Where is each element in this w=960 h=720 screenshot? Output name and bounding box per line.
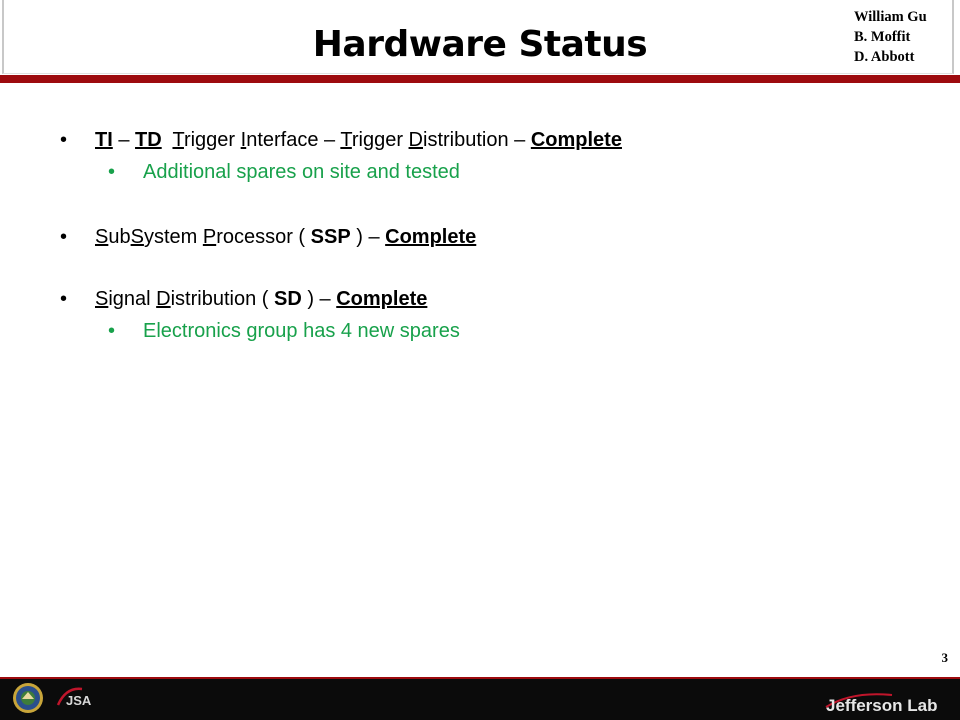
text: – xyxy=(112,129,136,151)
doe-seal-logo-icon xyxy=(13,683,43,713)
letter-d: D xyxy=(408,129,423,151)
bullet-dot: • xyxy=(108,161,116,183)
bullet-dot: • xyxy=(60,288,68,310)
bullet-ti-td: • TI – TD Trigger Interface – Trigger Dis… xyxy=(60,129,622,152)
letter-d: D xyxy=(156,288,171,310)
bullet-dot: • xyxy=(108,320,116,342)
letter-t: T xyxy=(340,129,352,151)
bullet-sd: • Signal Distribution ( SD ) – Complete xyxy=(60,288,428,311)
bullet-ssp: • SubSystem Processor ( SSP ) – Complete xyxy=(60,226,477,249)
text xyxy=(162,129,173,151)
abbr-td: TD xyxy=(135,129,162,151)
abbr-ssp: SSP xyxy=(310,226,351,248)
text: ub xyxy=(108,226,131,248)
subbullet-spares: • Additional spares on site and tested xyxy=(108,161,460,184)
authors: William Gu B. Moffit D. Abbott xyxy=(854,7,927,67)
text: nterface – xyxy=(246,129,341,151)
text: rigger xyxy=(183,129,241,151)
text: rocessor ( xyxy=(216,226,311,248)
bullet-dot: • xyxy=(60,129,68,151)
letter-s: S xyxy=(130,226,144,248)
text: ystem xyxy=(143,226,203,248)
text: istribution – xyxy=(423,129,531,151)
author-name: William Gu xyxy=(854,9,927,25)
text: ) – xyxy=(301,288,337,310)
footer-red-line xyxy=(0,677,960,679)
footer-bar: JSA Jefferson Lab xyxy=(0,677,960,720)
text: ) – xyxy=(350,226,386,248)
letter-s: S xyxy=(95,288,109,310)
status-complete: Complete xyxy=(530,129,622,151)
subbullet-text: Electronics group has 4 new spares xyxy=(143,320,460,342)
subbullet-electronics: • Electronics group has 4 new spares xyxy=(108,320,460,343)
subbullet-text: Additional spares on site and tested xyxy=(143,161,460,183)
status-complete: Complete xyxy=(336,288,428,310)
text: istribution ( xyxy=(170,288,274,310)
letter-s: S xyxy=(95,226,109,248)
text: rigger xyxy=(351,129,409,151)
jefferson-lab-text: Jefferson Lab xyxy=(826,696,937,715)
page-number: 3 xyxy=(941,650,949,665)
slide-title: Hardware Status xyxy=(312,24,648,65)
letter-t: T xyxy=(172,129,184,151)
letter-p: P xyxy=(202,226,217,248)
slide-header: Hardware Status William Gu B. Moffit D. … xyxy=(0,0,960,84)
jsa-logo-text: JSA xyxy=(66,693,92,708)
jsa-logo-icon: JSA xyxy=(56,687,92,708)
bullet-dot: • xyxy=(60,226,68,248)
abbr-ti: TI xyxy=(95,129,113,151)
header-red-band xyxy=(0,75,960,83)
text: ignal xyxy=(108,288,157,310)
author-name: B. Moffit xyxy=(854,29,911,45)
status-complete: Complete xyxy=(385,226,477,248)
author-name: D. Abbott xyxy=(854,49,915,65)
jefferson-lab-logo-icon: Jefferson Lab xyxy=(825,693,937,715)
abbr-sd: SD xyxy=(273,288,302,310)
